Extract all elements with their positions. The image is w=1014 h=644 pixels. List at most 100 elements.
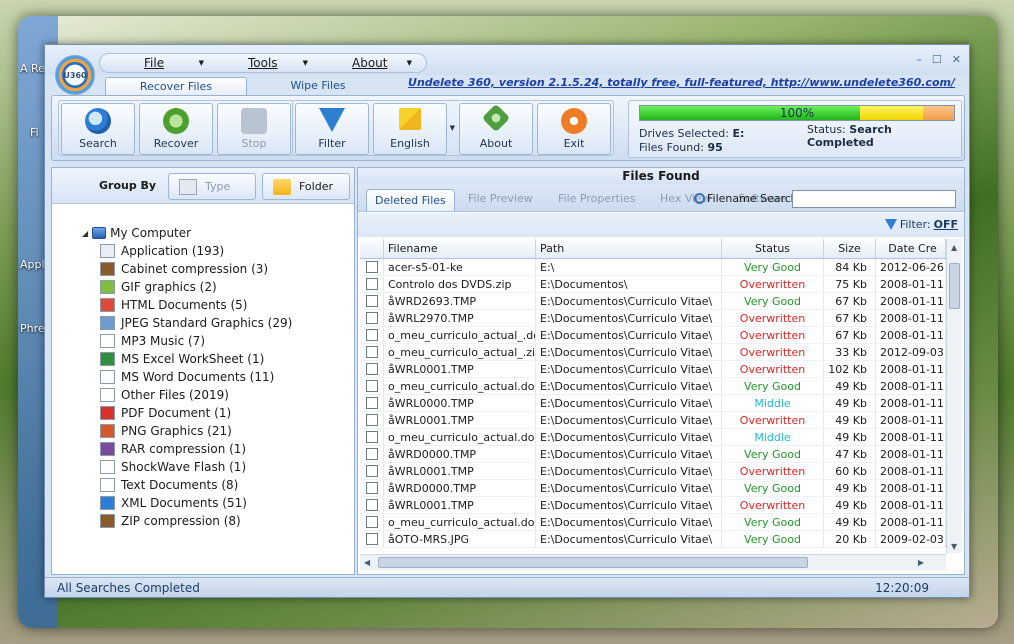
tree-item[interactable]: XML Documents (51) — [100, 494, 352, 512]
tree-item[interactable]: Text Documents (8) — [100, 476, 352, 494]
row-checkbox[interactable] — [365, 516, 378, 528]
scroll-down-icon[interactable]: ▼ — [951, 542, 957, 551]
tree-item[interactable]: PDF Document (1) — [100, 404, 352, 422]
language-button[interactable]: English ▼ — [373, 103, 455, 155]
desktop-label[interactable]: A Re — [20, 62, 45, 75]
row-checkbox[interactable] — [365, 499, 378, 511]
row-checkbox[interactable] — [365, 414, 378, 426]
menu-about[interactable]: About ▼ — [322, 54, 426, 72]
exit-button[interactable]: Exit — [537, 103, 611, 155]
table-row[interactable]: åWRD0000.TMP E:\Documentos\Curriculo Vita… — [360, 446, 946, 463]
scrollbar-thumb[interactable] — [949, 263, 960, 309]
header-checkbox[interactable] — [360, 239, 384, 258]
tree-item[interactable]: JPEG Standard Graphics (29) — [100, 314, 352, 332]
tree-item[interactable]: MS Word Documents (11) — [100, 368, 352, 386]
scroll-up-icon[interactable]: ▲ — [951, 243, 957, 252]
table-row[interactable]: åWRL0000.TMP E:\Documentos\Curriculo Vita… — [360, 395, 946, 412]
row-checkbox[interactable] — [365, 482, 378, 494]
tree-item[interactable]: PNG Graphics (21) — [100, 422, 352, 440]
group-by-type-button[interactable]: Type — [168, 173, 256, 200]
tree-item[interactable]: HTML Documents (5) — [100, 296, 352, 314]
desktop-label[interactable]: Appl — [20, 258, 45, 271]
tree-item[interactable]: Other Files (2019) — [100, 386, 352, 404]
tab-deleted-files[interactable]: Deleted Files — [366, 189, 455, 211]
column-size[interactable]: Size — [824, 239, 876, 258]
row-checkbox[interactable] — [365, 363, 378, 375]
about-button[interactable]: About — [459, 103, 533, 155]
table-row[interactable]: acer-s5-01-ke E:\ Very Good 84 Kb 2012-06-26 — [360, 259, 946, 276]
menu-tools[interactable]: Tools ▼ — [218, 54, 322, 72]
tree-item[interactable]: GIF graphics (2) — [100, 278, 352, 296]
scroll-left-icon[interactable]: ◀ — [364, 558, 370, 567]
table-row[interactable]: åWRD0000.TMP E:\Documentos\Curriculo Vita… — [360, 480, 946, 497]
row-checkbox[interactable] — [365, 431, 378, 443]
vertical-scrollbar[interactable]: ▲ ▼ — [946, 239, 962, 553]
column-date[interactable]: Date Cre — [876, 239, 946, 258]
tree-item[interactable]: ShockWave Flash (1) — [100, 458, 352, 476]
tab-file-properties[interactable]: File Properties — [558, 192, 636, 205]
row-checkbox[interactable] — [365, 397, 378, 409]
row-checkbox[interactable] — [365, 380, 378, 392]
table-row[interactable]: åWRL2970.TMP E:\Documentos\Curriculo Vita… — [360, 310, 946, 327]
table-row[interactable]: o_meu_curriculo_actual_.zip E:\Documentos… — [360, 344, 946, 361]
table-row[interactable]: o_meu_curriculo_actual.doc E:\Documentos\… — [360, 514, 946, 531]
row-checkbox[interactable] — [365, 261, 378, 273]
cell-filename: o_meu_curriculo_actual.doc — [384, 514, 536, 530]
tree-item[interactable]: ZIP compression (8) — [100, 512, 352, 530]
scroll-right-icon[interactable]: ▶ — [918, 558, 924, 567]
table-row[interactable]: åWRL0001.TMP E:\Documentos\Curriculo Vita… — [360, 361, 946, 378]
row-checkbox[interactable] — [365, 278, 378, 290]
tab-file-preview[interactable]: File Preview — [468, 192, 533, 205]
scrollbar-thumb[interactable] — [378, 557, 808, 568]
group-by-bar: Group By Type Folder — [52, 168, 354, 204]
table-row[interactable]: åOTO-MRS.JPG E:\Documentos\Curriculo Vita… — [360, 531, 946, 548]
desktop-label[interactable]: Phre — [20, 322, 45, 335]
horizontal-scrollbar[interactable]: ◀ ▶ — [360, 554, 946, 570]
table-row[interactable]: o_meu_curriculo_actual.doc E:\Documentos\… — [360, 378, 946, 395]
tab-wipe-files[interactable]: Wipe Files — [247, 77, 389, 95]
recover-button[interactable]: Recover — [139, 103, 213, 155]
row-checkbox[interactable] — [365, 533, 378, 545]
table-row[interactable]: åWRL0001.TMP E:\Documentos\Curriculo Vita… — [360, 412, 946, 429]
table-row[interactable]: Controlo dos DVDS.zip E:\Documentos\ Overw… — [360, 276, 946, 293]
row-checkbox[interactable] — [365, 295, 378, 307]
group-by-folder-button[interactable]: Folder — [262, 173, 350, 200]
column-status[interactable]: Status — [722, 239, 824, 258]
filter-button[interactable]: Filter — [295, 103, 369, 155]
row-checkbox[interactable] — [365, 312, 378, 324]
table-header: Filename Path Status Size Date Cre — [360, 239, 946, 259]
column-filename[interactable]: Filename — [384, 239, 536, 258]
table-row[interactable]: o_meu_curriculo_actual.doc E:\Documentos\… — [360, 429, 946, 446]
tree-item[interactable]: RAR compression (1) — [100, 440, 352, 458]
tree-item[interactable]: MS Excel WorkSheet (1) — [100, 350, 352, 368]
desktop-label[interactable]: Fi — [30, 126, 39, 139]
table-row[interactable]: åWRL0001.TMP E:\Documentos\Curriculo Vita… — [360, 463, 946, 480]
minimize-icon[interactable]: – — [916, 53, 922, 66]
app-logo[interactable]: U360 — [55, 55, 95, 95]
maximize-icon[interactable]: ☐ — [932, 53, 942, 66]
tree-item[interactable]: Cabinet compression (3) — [100, 260, 352, 278]
row-checkbox[interactable] — [365, 329, 378, 341]
row-checkbox-cell — [360, 276, 384, 292]
tree-item[interactable]: Application (193) — [100, 242, 352, 260]
stop-button[interactable]: Stop — [217, 103, 291, 155]
cell-date: 2012-06-26 — [876, 259, 946, 275]
menu-file[interactable]: File ▼ — [100, 54, 218, 72]
version-link[interactable]: Undelete 360, version 2.1.5.24, totally … — [408, 76, 955, 89]
tree-root-my-computer[interactable]: ◢ My Computer — [82, 224, 352, 242]
filter-toggle[interactable]: Filter: OFF — [884, 218, 958, 231]
close-icon[interactable]: ✕ — [952, 53, 961, 66]
row-checkbox[interactable] — [365, 448, 378, 460]
search-button[interactable]: Search — [61, 103, 135, 155]
tree-item[interactable]: MP3 Music (7) — [100, 332, 352, 350]
table-row[interactable]: åWRD2693.TMP E:\Documentos\Curriculo Vita… — [360, 293, 946, 310]
table-row[interactable]: o_meu_curriculo_actual_.doc E:\Documentos… — [360, 327, 946, 344]
row-checkbox[interactable] — [365, 346, 378, 358]
column-path[interactable]: Path — [536, 239, 722, 258]
collapse-icon[interactable]: ◢ — [82, 229, 88, 238]
tab-recover-files[interactable]: Recover Files — [105, 77, 247, 95]
row-checkbox[interactable] — [365, 465, 378, 477]
filename-search-input[interactable] — [792, 190, 956, 208]
file-type-icon — [100, 406, 115, 420]
table-row[interactable]: åWRL0001.TMP E:\Documentos\Curriculo Vita… — [360, 497, 946, 514]
